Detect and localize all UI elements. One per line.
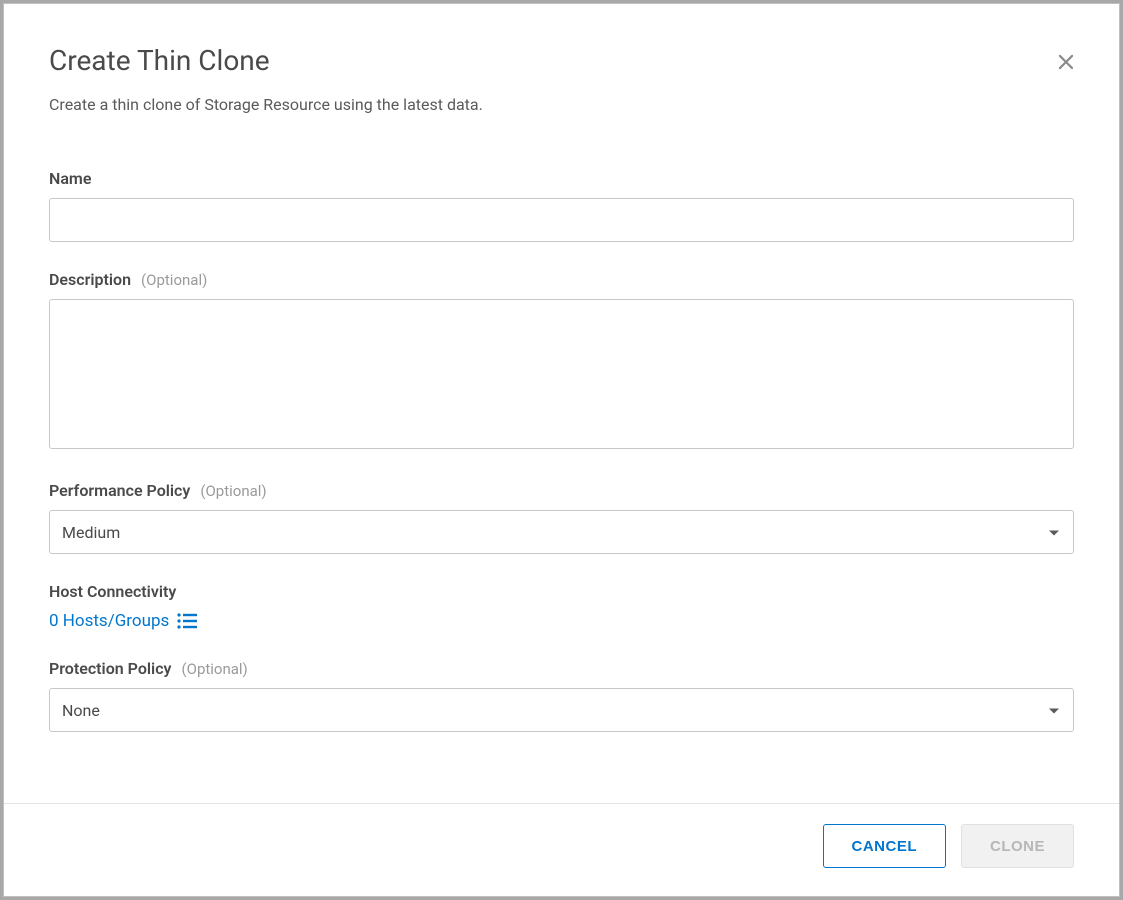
dialog-title: Create Thin Clone — [49, 44, 1074, 77]
description-label: Description — [49, 270, 131, 289]
name-label: Name — [49, 169, 91, 188]
name-input[interactable] — [49, 198, 1074, 242]
host-connectivity-link[interactable]: 0 Hosts/Groups — [49, 611, 197, 631]
dialog-subtitle: Create a thin clone of Storage Resource … — [49, 95, 1074, 114]
protection-policy-label: Protection Policy — [49, 659, 172, 678]
performance-policy-value: Medium — [62, 523, 120, 542]
performance-policy-optional-tag: (Optional) — [200, 482, 266, 500]
name-group: Name — [49, 169, 1074, 242]
protection-policy-optional-tag: (Optional) — [181, 660, 247, 678]
close-button[interactable] — [1053, 49, 1079, 79]
dialog-body: Create Thin Clone Create a thin clone of… — [4, 4, 1119, 803]
close-icon — [1053, 60, 1079, 79]
dialog-footer: CANCEL CLONE — [4, 803, 1119, 896]
description-textarea[interactable] — [49, 299, 1074, 449]
protection-policy-select[interactable]: None — [49, 688, 1074, 732]
create-thin-clone-dialog: Create Thin Clone Create a thin clone of… — [3, 3, 1120, 897]
cancel-button[interactable]: CANCEL — [823, 824, 947, 868]
host-connectivity-label: Host Connectivity — [49, 582, 176, 601]
host-connectivity-group: Host Connectivity 0 Hosts/Groups — [49, 582, 1074, 631]
performance-policy-group: Performance Policy (Optional) Medium — [49, 481, 1074, 554]
clone-button[interactable]: CLONE — [961, 824, 1074, 868]
protection-policy-value: None — [62, 701, 100, 720]
description-optional-tag: (Optional) — [141, 271, 207, 289]
list-icon — [177, 613, 197, 629]
host-connectivity-link-text: 0 Hosts/Groups — [49, 611, 169, 631]
performance-policy-label: Performance Policy — [49, 481, 190, 500]
performance-policy-select[interactable]: Medium — [49, 510, 1074, 554]
protection-policy-group: Protection Policy (Optional) None — [49, 659, 1074, 732]
description-group: Description (Optional) — [49, 270, 1074, 453]
